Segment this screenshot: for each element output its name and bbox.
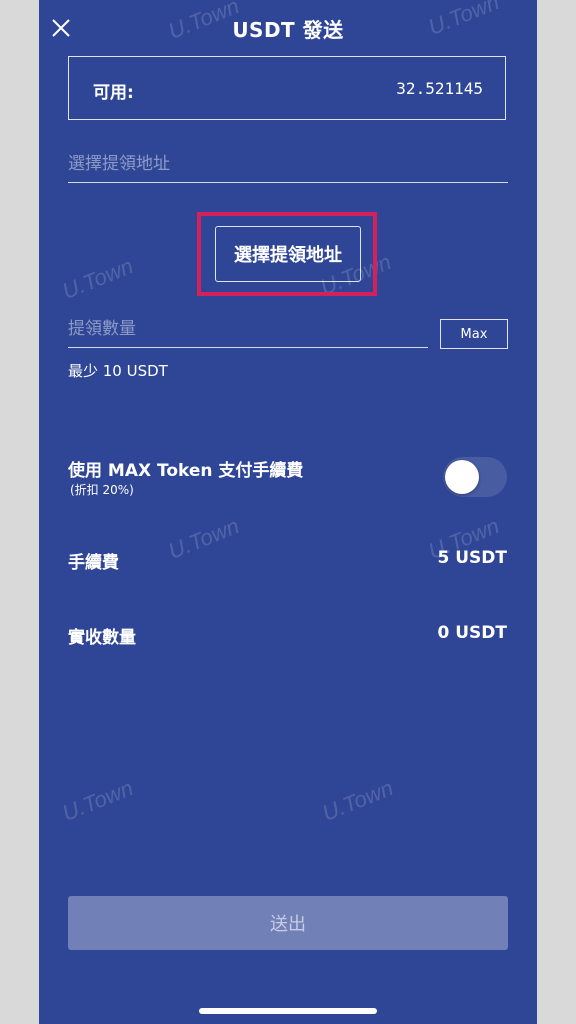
watermark: U.Town <box>318 775 397 826</box>
available-label: 可用: <box>93 83 134 103</box>
fee-value: 5 USDT <box>437 548 507 568</box>
send-screen: U.Town U.Town U.Town U.Town U.Town U.Tow… <box>39 0 537 1024</box>
available-balance-box: 可用: 32.521145 <box>68 56 506 120</box>
watermark: U.Town <box>164 513 243 564</box>
received-label: 實收數量 <box>68 628 136 648</box>
withdraw-address-placeholder: 選擇提領地址 <box>68 154 170 174</box>
watermark: U.Town <box>58 253 137 304</box>
withdraw-address-field[interactable]: 選擇提領地址 <box>68 143 508 183</box>
max-token-toggle[interactable] <box>443 457 507 497</box>
withdraw-amount-placeholder: 提領數量 <box>68 319 136 339</box>
max-token-label: 使用 MAX Token 支付手續費 <box>68 461 304 481</box>
max-token-discount: (折扣 20%) <box>70 483 134 497</box>
page-title: USDT 發送 <box>232 18 344 42</box>
home-indicator <box>199 1008 377 1014</box>
fee-label: 手續費 <box>68 553 119 573</box>
received-value: 0 USDT <box>437 623 507 643</box>
toggle-knob <box>445 460 479 494</box>
select-address-button[interactable]: 選擇提領地址 <box>215 226 361 282</box>
watermark: U.Town <box>58 775 137 826</box>
available-value: 32.521145 <box>396 79 483 98</box>
max-button[interactable]: Max <box>440 319 508 349</box>
withdraw-amount-field[interactable]: 提領數量 <box>68 308 428 348</box>
min-amount-text: 最少 10 USDT <box>68 362 168 380</box>
submit-button[interactable]: 送出 <box>68 896 508 950</box>
